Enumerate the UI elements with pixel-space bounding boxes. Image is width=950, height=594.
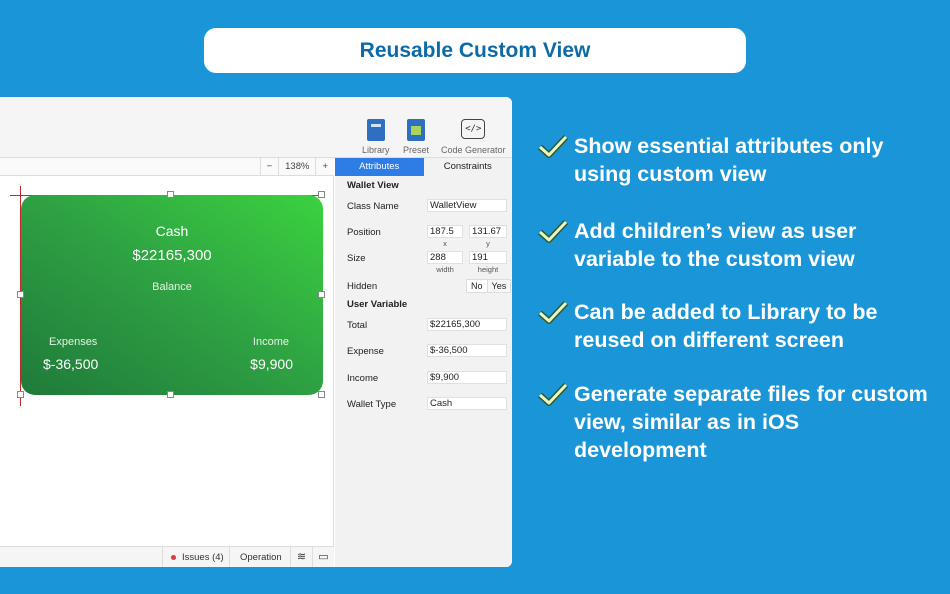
wallet-type-field[interactable]: Cash bbox=[427, 397, 507, 410]
feature-item: Add children’s view as user variable to … bbox=[537, 217, 937, 273]
resize-handle-bottom-right[interactable] bbox=[318, 391, 325, 398]
resize-handle-bottom-left[interactable] bbox=[17, 391, 24, 398]
wallet-view-heading: Wallet View bbox=[347, 180, 399, 191]
income-field-label: Income bbox=[347, 373, 379, 384]
width-field[interactable]: 288 bbox=[427, 251, 463, 264]
preset-button[interactable]: Preset bbox=[403, 119, 429, 155]
class-name-label: Class Name bbox=[347, 201, 399, 212]
library-label: Library bbox=[362, 145, 390, 155]
code-icon: </> bbox=[461, 119, 486, 139]
check-icon bbox=[538, 300, 569, 324]
resize-handle-top[interactable] bbox=[167, 191, 174, 198]
tab-attributes[interactable]: Attributes bbox=[335, 158, 424, 176]
size-label: Size bbox=[347, 253, 366, 264]
preset-icon bbox=[407, 119, 425, 141]
error-dot-icon bbox=[171, 554, 176, 560]
code-generator-label: Code Generator bbox=[441, 145, 506, 155]
resize-handle-bottom[interactable] bbox=[167, 391, 174, 398]
check-icon bbox=[538, 134, 569, 158]
feature-item: Can be added to Library to be reused on … bbox=[537, 298, 937, 354]
preset-label: Preset bbox=[403, 145, 430, 155]
wallet-type-label: Wallet Type bbox=[347, 399, 397, 410]
wallet-card[interactable]: Cash $22165,300 Balance Expenses $-36,50… bbox=[21, 195, 323, 395]
total-label: Total bbox=[347, 320, 368, 331]
check-icon bbox=[538, 219, 569, 243]
zoom-out-button[interactable]: − bbox=[259, 158, 279, 176]
design-canvas[interactable]: Cash $22165,300 Balance Expenses $-36,50… bbox=[0, 176, 334, 546]
position-x-field[interactable]: 187.5 bbox=[427, 225, 463, 238]
expense-field[interactable]: $-36,500 bbox=[427, 344, 507, 357]
income-label: Income bbox=[252, 336, 289, 348]
operation-button[interactable]: Operation bbox=[229, 547, 292, 567]
position-label: Position bbox=[347, 227, 381, 238]
resize-handle-left[interactable] bbox=[17, 291, 24, 298]
height-caption: height bbox=[477, 265, 499, 274]
tab-constraints[interactable]: Constraints bbox=[424, 158, 513, 176]
resize-handle-top-right[interactable] bbox=[318, 191, 325, 198]
library-button[interactable]: Library bbox=[362, 119, 390, 155]
issues-label: Issues (4) bbox=[182, 552, 224, 563]
issues-button[interactable]: Issues (4) bbox=[162, 547, 232, 567]
hidden-yes-option[interactable]: Yes bbox=[486, 280, 511, 292]
balance-label: Balance bbox=[152, 281, 192, 293]
feature-text: Show essential attributes only using cus… bbox=[574, 134, 884, 186]
position-y-field[interactable]: 131.67 bbox=[469, 225, 507, 238]
library-icon bbox=[366, 119, 385, 141]
card-amount: $22165,300 bbox=[132, 247, 212, 264]
width-caption: width bbox=[436, 265, 454, 274]
check-icon bbox=[538, 382, 569, 406]
expenses-value: $-36,500 bbox=[43, 356, 99, 372]
banner-title: Reusable Custom View bbox=[204, 28, 746, 73]
status-bar: Issues (4) Operation ≋ ▭ bbox=[0, 546, 334, 567]
layers-icon[interactable]: ≋ bbox=[290, 547, 312, 567]
hidden-toggle: No Yes bbox=[466, 279, 512, 293]
app-window: Library Preset </> Code Generator − 138%… bbox=[0, 97, 512, 567]
zoom-in-button[interactable]: + bbox=[315, 158, 334, 176]
preview-icon[interactable]: ▭ bbox=[312, 547, 334, 567]
feature-item: Generate separate files for custom view,… bbox=[537, 380, 937, 464]
y-caption: y bbox=[486, 239, 490, 248]
height-field[interactable]: 191 bbox=[469, 251, 507, 264]
hidden-no-option[interactable]: No bbox=[467, 280, 487, 292]
inspector-tabs: Attributes Constraints bbox=[335, 158, 512, 176]
code-generator-button[interactable]: </> Code Generator bbox=[441, 119, 506, 155]
income-field[interactable]: $9,900 bbox=[427, 371, 507, 384]
inspector-panel: Attributes Constraints Wallet View Class… bbox=[335, 158, 512, 567]
toolbar: Library Preset </> Code Generator bbox=[0, 97, 512, 158]
class-name-field[interactable]: WalletView bbox=[427, 199, 507, 212]
x-caption: x bbox=[443, 239, 447, 248]
total-field[interactable]: $22165,300 bbox=[427, 318, 507, 331]
expense-label: Expense bbox=[347, 346, 384, 357]
feature-text: Can be added to Library to be reused on … bbox=[574, 300, 878, 352]
zoom-level: 138% bbox=[278, 158, 315, 176]
expenses-label: Expenses bbox=[49, 336, 98, 348]
zoom-control: − 138% + bbox=[259, 158, 334, 176]
feature-text: Add children’s view as user variable to … bbox=[574, 219, 857, 271]
resize-handle-right[interactable] bbox=[318, 291, 325, 298]
zoom-bar: − 138% + bbox=[0, 158, 334, 176]
user-variable-heading: User Variable bbox=[347, 299, 408, 310]
card-title: Cash bbox=[155, 223, 189, 239]
hidden-label: Hidden bbox=[347, 281, 378, 292]
feature-item: Show essential attributes only using cus… bbox=[537, 132, 937, 188]
income-value: $9,900 bbox=[250, 356, 293, 372]
feature-text: Generate separate files for custom view,… bbox=[574, 382, 928, 462]
